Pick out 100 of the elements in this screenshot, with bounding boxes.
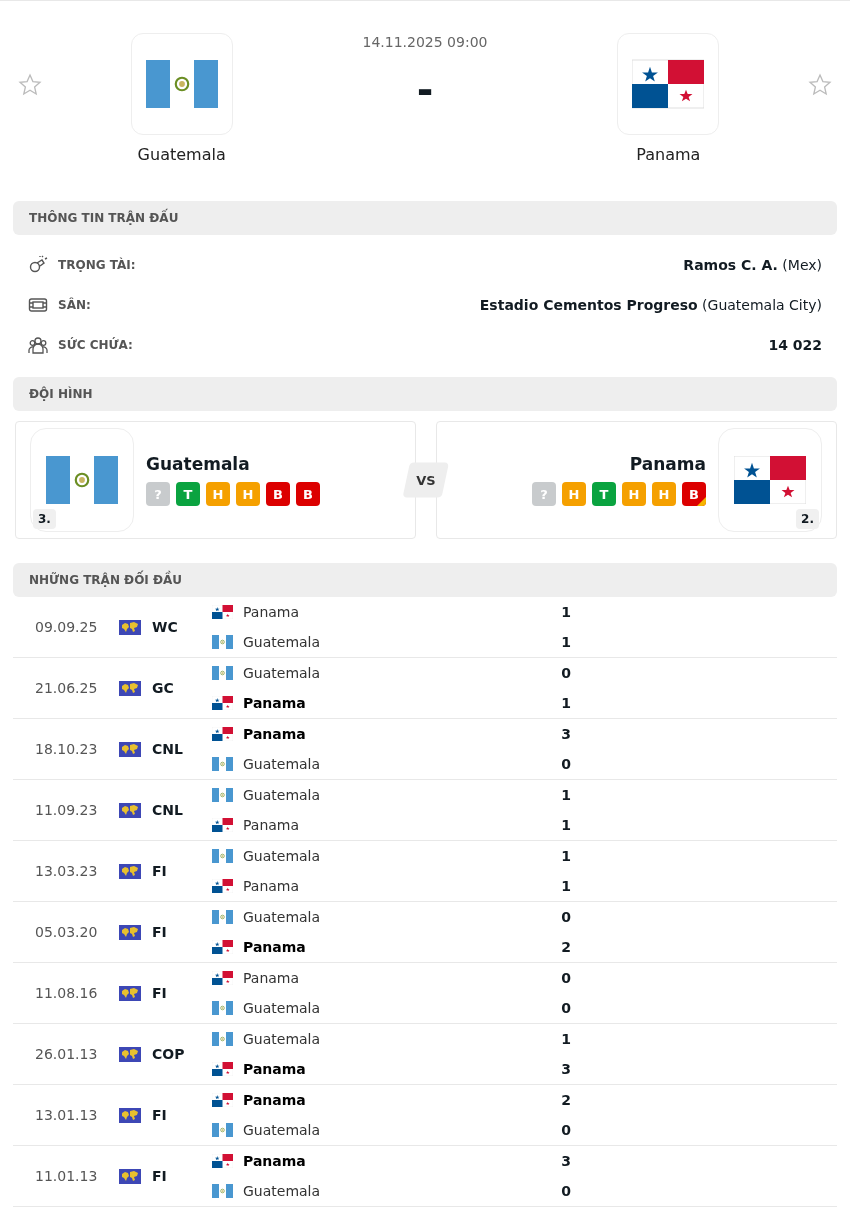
match-date: 05.03.20 xyxy=(34,924,99,940)
competition-code: CNL xyxy=(152,802,183,818)
team-score: 2 xyxy=(560,939,572,955)
panama-flag-icon xyxy=(212,605,233,619)
team-name: Guatemala xyxy=(243,1183,322,1199)
info-value: 14 022 xyxy=(768,337,822,353)
team-name: Panama xyxy=(243,817,301,833)
panama-flag-icon xyxy=(632,59,705,109)
team-score: 3 xyxy=(560,1153,572,1169)
favorite-star-icon[interactable] xyxy=(18,73,42,97)
team-score: 1 xyxy=(560,634,572,650)
team-name[interactable]: Guatemala xyxy=(137,145,226,164)
world-map-icon xyxy=(119,1168,141,1184)
match-date: 11.01.13 xyxy=(34,1168,99,1184)
world-map-icon xyxy=(119,802,141,818)
world-map-icon xyxy=(119,924,141,940)
team-card[interactable]: 2. Panama ? H T H H B xyxy=(436,421,837,539)
world-map-icon xyxy=(119,619,141,635)
match-score: - xyxy=(416,70,434,110)
team-name: Guatemala xyxy=(243,1031,322,1047)
panama-flag-icon xyxy=(212,1093,233,1107)
guatemala-flag-icon xyxy=(212,635,233,649)
competition-code: COP xyxy=(152,1046,185,1062)
favorite-star-icon[interactable] xyxy=(808,73,832,97)
world-map-icon xyxy=(119,680,141,696)
info-label: SỨC CHỨA: xyxy=(58,338,134,352)
form-badge: H xyxy=(206,482,230,506)
panama-flag-icon xyxy=(734,456,806,504)
competition-code: GC xyxy=(152,680,174,696)
match-datetime: 14.11.2025 09:00 xyxy=(362,34,488,50)
guatemala-flag-icon xyxy=(212,1032,233,1046)
guatemala-flag-icon xyxy=(212,910,233,924)
guatemala-flag-icon xyxy=(212,1001,233,1015)
guatemala-flag-icon xyxy=(212,1123,233,1137)
guatemala-flag-icon xyxy=(145,59,218,109)
team-name: Panama xyxy=(243,726,307,742)
panama-flag-icon xyxy=(212,1154,233,1168)
competition-code: CNL xyxy=(152,741,183,757)
form-badge: ? xyxy=(146,482,170,506)
team-score: 0 xyxy=(560,756,572,772)
match-date: 21.06.25 xyxy=(34,680,99,696)
team-name: Guatemala xyxy=(243,1122,322,1138)
team-logo[interactable] xyxy=(617,33,720,135)
competition-code: FI xyxy=(152,924,167,940)
team-name: Panama xyxy=(243,1092,307,1108)
form-badge: H xyxy=(652,482,676,506)
team-name[interactable]: Panama xyxy=(636,145,701,164)
competition-code: WC xyxy=(152,619,178,635)
info-label: TRỌNG TÀI: xyxy=(58,258,137,272)
panama-flag-icon xyxy=(212,971,233,985)
team-score: 1 xyxy=(560,817,572,833)
world-map-icon xyxy=(119,741,141,757)
team-score: 1 xyxy=(560,604,572,620)
team-score: 1 xyxy=(560,878,572,894)
match-date: 11.09.23 xyxy=(34,802,99,818)
team-score: 0 xyxy=(560,1000,572,1016)
world-map-icon xyxy=(119,863,141,879)
panama-flag-icon xyxy=(212,727,233,741)
info-value: Estadio Cementos Progreso (Guatemala City) xyxy=(479,297,822,313)
form-badge: B xyxy=(682,482,706,506)
team-name: Panama xyxy=(243,970,301,986)
team-score: 0 xyxy=(560,1122,572,1138)
match-date: 09.09.25 xyxy=(34,619,99,635)
form-badge: B xyxy=(296,482,320,506)
panama-flag-icon xyxy=(212,696,233,710)
people-icon xyxy=(28,335,48,355)
form-badge: H xyxy=(622,482,646,506)
match-date: 11.08.16 xyxy=(34,985,99,1001)
world-map-icon xyxy=(119,1107,141,1123)
panama-flag-icon xyxy=(212,879,233,893)
competition-code: FI xyxy=(152,1107,167,1123)
world-map-icon xyxy=(119,985,141,1001)
stadium-icon xyxy=(28,295,48,315)
team-name: Panama xyxy=(243,939,307,955)
guatemala-flag-icon xyxy=(212,849,233,863)
team-name: Panama xyxy=(243,1153,307,1169)
guatemala-flag-icon xyxy=(212,1184,233,1198)
world-map-icon xyxy=(119,1046,141,1062)
team-card[interactable]: 3. Guatemala ? T H H B B xyxy=(15,421,416,539)
panama-flag-icon xyxy=(212,1062,233,1076)
form-badge: ? xyxy=(532,482,556,506)
form-badge: H xyxy=(562,482,586,506)
team-name: Panama xyxy=(243,1061,307,1077)
vs-badge: VS xyxy=(402,462,450,498)
panama-flag-icon xyxy=(212,940,233,954)
team-score: 2 xyxy=(560,1092,572,1108)
team-name: Guatemala xyxy=(243,787,322,803)
guatemala-flag-icon xyxy=(46,456,118,504)
whistle-icon xyxy=(28,255,48,275)
section-header: ĐỘI HÌNH xyxy=(13,377,837,411)
rank-badge: 2. xyxy=(796,509,819,529)
rank-badge: 3. xyxy=(33,509,56,529)
team-name: Panama xyxy=(629,454,706,474)
team-name: Panama xyxy=(243,695,307,711)
team-name: Panama xyxy=(243,878,301,894)
form-badge: T xyxy=(176,482,200,506)
team-score: 3 xyxy=(560,726,572,742)
competition-code: FI xyxy=(152,985,167,1001)
match-date: 18.10.23 xyxy=(34,741,99,757)
competition-code: FI xyxy=(152,863,167,879)
